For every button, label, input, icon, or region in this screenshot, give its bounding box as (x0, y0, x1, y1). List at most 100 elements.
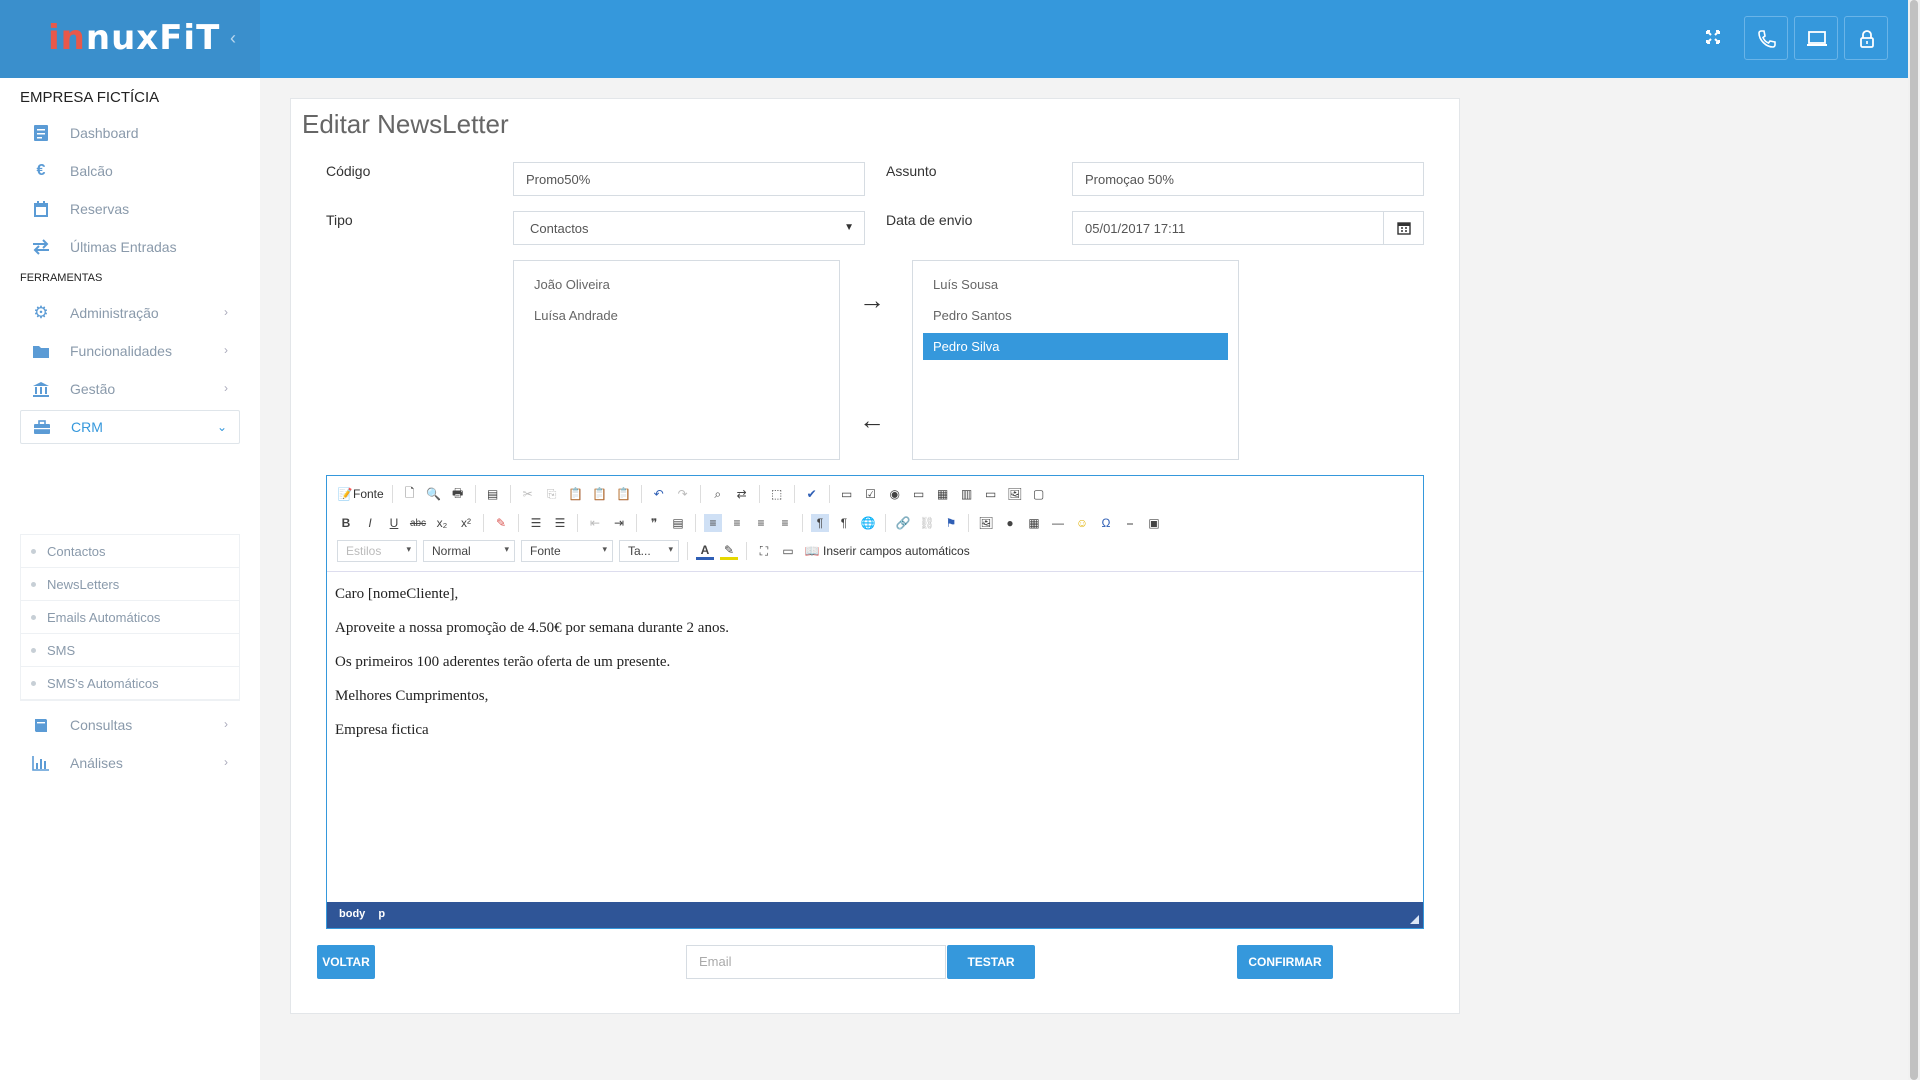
checkbox-icon[interactable]: ☑ (862, 485, 880, 503)
sidebar-item-gestao[interactable]: Gestão › (20, 372, 240, 406)
select-field-icon[interactable]: ▥ (958, 485, 976, 503)
submenu-item-emails-automaticos[interactable]: Emails Automáticos (21, 601, 239, 634)
sidebar-item-consultas[interactable]: Consultas › (20, 708, 240, 742)
editor-content[interactable]: Caro [nomeCliente], Aproveite a nossa pr… (335, 586, 729, 756)
smiley-icon[interactable]: ☺ (1073, 514, 1091, 532)
bulleted-list-icon[interactable]: ☰ (551, 514, 569, 532)
fonte-button[interactable]: Fonte (353, 487, 384, 501)
underline-icon[interactable]: U (385, 514, 403, 532)
available-contacts-list[interactable]: João Oliveira Luísa Andrade (513, 260, 840, 460)
lock-button[interactable] (1844, 16, 1888, 60)
sidebar-item-crm[interactable]: CRM ⌄ (20, 410, 240, 444)
paste-text-icon[interactable]: 📋 (591, 485, 609, 503)
background-color-icon[interactable]: ✎ (720, 542, 738, 560)
image-button-icon[interactable]: 🖼 (1006, 485, 1024, 503)
path-p[interactable]: p (378, 908, 385, 920)
div-container-icon[interactable]: ▤ (669, 514, 687, 532)
find-icon[interactable]: ⌕ (709, 485, 727, 503)
indent-icon[interactable]: ⇥ (610, 514, 628, 532)
submenu-item-contactos[interactable]: Contactos (21, 535, 239, 568)
remove-format-icon[interactable]: ✎ (492, 514, 510, 532)
textfield-icon[interactable]: ▭ (910, 485, 928, 503)
paste-word-icon[interactable]: 📋 (615, 485, 633, 503)
form-icon[interactable]: ▭ (838, 485, 856, 503)
format-combo[interactable]: Normal (423, 540, 515, 562)
superscript-icon[interactable]: x² (457, 514, 475, 532)
page-break-icon[interactable]: ⎯ (1121, 514, 1139, 532)
special-char-icon[interactable]: Ω (1097, 514, 1115, 532)
show-blocks-icon[interactable]: ▭ (779, 542, 797, 560)
hidden-field-icon[interactable]: ▢ (1030, 485, 1048, 503)
text-color-icon[interactable]: A (696, 542, 714, 560)
select-all-icon[interactable]: ⬚ (768, 485, 786, 503)
align-right-icon[interactable]: ≡ (752, 514, 770, 532)
redo-icon[interactable]: ↷ (674, 485, 692, 503)
sidebar-item-funcionalidades[interactable]: Funcionalidades › (20, 334, 240, 368)
rich-text-editor[interactable]: 📝 Fonte 🗋 🔍 🖶 ▤ ✂ ⎘ 📋 📋 📋 ↶ ↷ ⌕ ⇄ ⬚ ✔ ▭ … (326, 475, 1424, 929)
strikethrough-icon[interactable]: abc (409, 514, 427, 532)
insert-fields-icon[interactable]: 📖 (803, 542, 821, 560)
selected-contacts-list[interactable]: Luís Sousa Pedro Santos Pedro Silva (912, 260, 1239, 460)
justify-icon[interactable]: ≡ (776, 514, 794, 532)
monitor-button[interactable] (1794, 16, 1838, 60)
new-page-icon[interactable]: 🗋 (401, 485, 419, 503)
submenu-item-newsletters[interactable]: NewsLetters (21, 568, 239, 601)
move-left-arrow[interactable]: ← (859, 405, 885, 436)
expand-icon[interactable] (1705, 29, 1721, 48)
button-field-icon[interactable]: ▭ (982, 485, 1000, 503)
list-item[interactable]: Luís Sousa (923, 271, 1228, 298)
list-item[interactable]: Luísa Andrade (524, 302, 829, 329)
assunto-input[interactable]: Promoçao 50% (1072, 162, 1424, 196)
link-icon[interactable]: 🔗 (894, 514, 912, 532)
flash-icon[interactable]: ● (1001, 514, 1019, 532)
align-center-icon[interactable]: ≡ (728, 514, 746, 532)
outdent-icon[interactable]: ⇤ (586, 514, 604, 532)
insert-fields-button[interactable]: Inserir campos automáticos (823, 544, 970, 558)
sidebar-collapse-button[interactable]: ‹ (230, 28, 236, 49)
font-combo[interactable]: Fonte (521, 540, 613, 562)
align-left-icon[interactable]: ≡ (704, 514, 722, 532)
textarea-icon[interactable]: ▦ (934, 485, 952, 503)
radio-icon[interactable]: ◉ (886, 485, 904, 503)
email-input[interactable]: Email (686, 945, 946, 979)
italic-icon[interactable]: I (361, 514, 379, 532)
ltr-icon[interactable]: ¶ (811, 514, 829, 532)
page-scrollbar-thumb[interactable] (1910, 0, 1918, 1080)
codigo-input[interactable]: Promo50% (513, 162, 865, 196)
language-icon[interactable]: 🌐 (859, 514, 877, 532)
list-item[interactable]: João Oliveira (524, 271, 829, 298)
image-icon[interactable]: 🖼 (977, 514, 995, 532)
sidebar-item-dashboard[interactable]: Dashboard (20, 116, 240, 150)
print-icon[interactable]: 🖶 (449, 485, 467, 503)
horizontal-rule-icon[interactable]: ― (1049, 514, 1067, 532)
templates-icon[interactable]: ▤ (484, 485, 502, 503)
path-body[interactable]: body (339, 908, 365, 920)
sidebar-item-administracao[interactable]: ⚙ Administração › (20, 296, 240, 330)
tipo-select[interactable]: Contactos ▼ (513, 211, 865, 245)
sidebar-item-analises[interactable]: Análises › (20, 746, 240, 780)
voltar-button[interactable]: VOLTAR (317, 945, 375, 979)
replace-icon[interactable]: ⇄ (733, 485, 751, 503)
spellcheck-icon[interactable]: ✔ (803, 485, 821, 503)
sidebar-item-reservas[interactable]: Reservas (20, 192, 240, 226)
cut-icon[interactable]: ✂ (519, 485, 537, 503)
sidebar-item-balcao[interactable]: € Balcão (20, 154, 240, 188)
data-envio-input[interactable]: 05/01/2017 17:11 (1072, 211, 1424, 245)
undo-icon[interactable]: ↶ (650, 485, 668, 503)
testar-button[interactable]: TESTAR (947, 945, 1035, 979)
confirmar-button[interactable]: CONFIRMAR (1237, 945, 1333, 979)
rtl-icon[interactable]: ¶ (835, 514, 853, 532)
copy-icon[interactable]: ⎘ (543, 485, 561, 503)
resize-handle[interactable] (1410, 915, 1419, 924)
maximize-icon[interactable]: ⛶ (755, 542, 773, 560)
paste-icon[interactable]: 📋 (567, 485, 585, 503)
list-item-selected[interactable]: Pedro Silva (923, 333, 1228, 360)
bold-icon[interactable]: B (337, 514, 355, 532)
table-icon[interactable]: ▦ (1025, 514, 1043, 532)
submenu-item-sms[interactable]: SMS (21, 634, 239, 667)
iframe-icon[interactable]: ▣ (1145, 514, 1163, 532)
phone-button[interactable] (1744, 16, 1788, 60)
subscript-icon[interactable]: x₂ (433, 514, 451, 532)
calendar-button[interactable] (1383, 212, 1423, 244)
unlink-icon[interactable]: ⛓ (918, 514, 936, 532)
